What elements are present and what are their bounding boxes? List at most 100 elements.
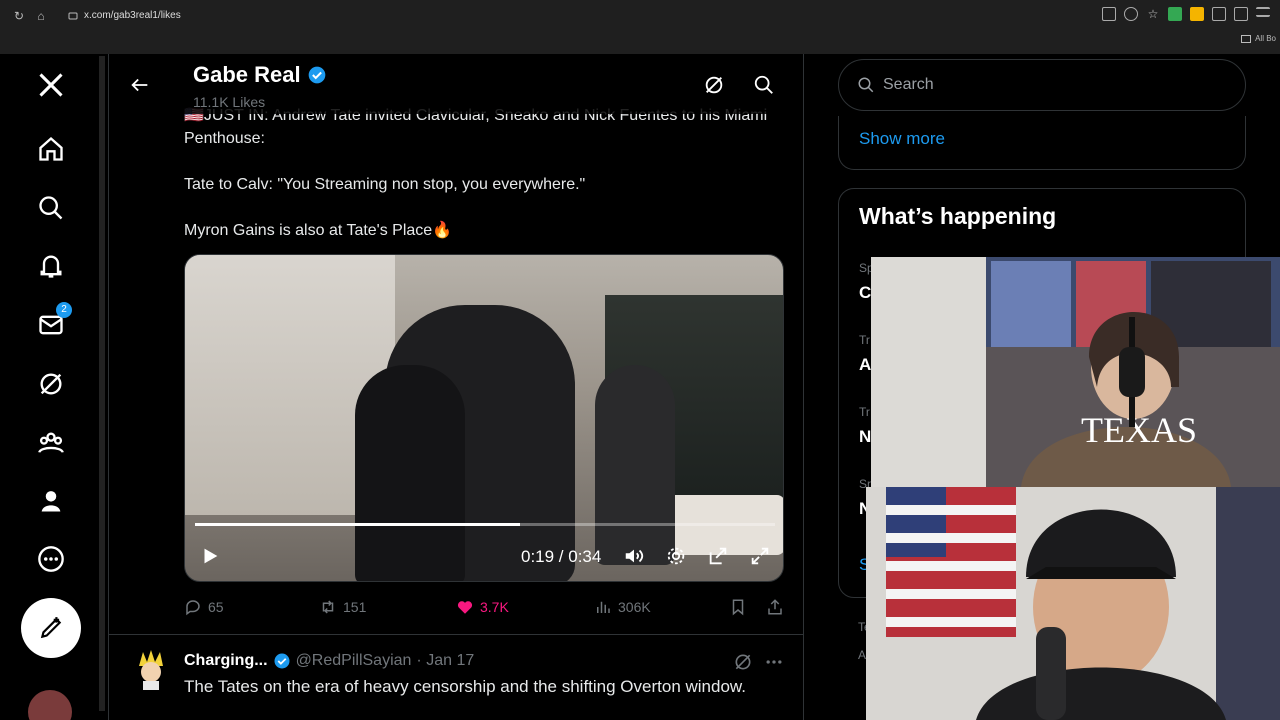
page-title: Gabe Real [193,62,327,88]
site-info-icon[interactable] [68,11,78,21]
extension-green-icon[interactable] [1168,7,1182,21]
sidebar-icon[interactable] [1234,7,1248,21]
whats-happening-heading: What’s happening [859,203,1057,229]
like-button[interactable]: 3.7K [456,598,509,616]
volume-icon[interactable] [623,545,645,567]
compose-icon [40,617,62,639]
url-text: x.com/gab3real1/likes [84,10,181,21]
tweet-author-row: Charging... @RedPillSayian · Jan 17 [184,652,474,670]
webcam-overlay-top: TEXAS [871,257,1280,487]
views-button[interactable]: 306K [594,598,651,616]
search-input[interactable] [883,76,1213,94]
settings-gear-icon[interactable] [665,545,687,567]
webcam-overlay-bottom [866,487,1280,720]
scrollbar[interactable] [99,56,105,711]
grok-icon[interactable] [733,652,753,672]
fullscreen-icon[interactable] [749,545,771,567]
heart-filled-icon [457,601,473,614]
all-bookmarks-label: All Bo [1255,34,1276,43]
messages-badge: 2 [56,302,72,318]
search-icon[interactable] [753,74,775,96]
reply-button[interactable]: 65 [184,598,224,616]
tweet-text: The Tates on the era of heavy censorship… [184,677,746,696]
show-more-link[interactable]: Show more [859,129,945,149]
likes-count: 11.1K Likes [193,94,266,110]
video-frame-person [595,365,675,565]
video-progress-fill [195,523,520,526]
share-button[interactable] [766,598,784,616]
messages-icon[interactable]: 2 [34,302,72,342]
notifications-bell-icon[interactable] [34,249,68,283]
install-icon[interactable] [1102,7,1116,21]
bookmark-icon [732,599,744,616]
more-icon[interactable] [34,542,68,576]
user-avatar[interactable] [133,650,169,690]
reply-icon [186,600,200,616]
next-tweet[interactable]: Charging... @RedPillSayian · Jan 17 The … [109,644,803,720]
more-options-icon[interactable] [764,652,784,672]
explore-search-icon[interactable] [34,191,68,225]
bookmark-star-icon[interactable]: ☆ [1146,7,1160,21]
main-column: Gabe Real 11.1K Likes 🇺🇸JUST IN: Andrew … [108,54,804,720]
tweet-date[interactable]: · Jan 17 [416,652,474,670]
trend-category: Tr [859,405,870,419]
video-controls: 0:19 / 0:34 [185,537,783,577]
trend-item[interactable]: N [859,427,871,447]
retweet-count: 151 [343,599,367,615]
tweet-divider [109,634,803,635]
address-bar[interactable]: x.com/gab3real1/likes [62,6,1212,26]
x-logo-icon[interactable] [34,68,68,102]
home-icon[interactable] [34,132,68,166]
back-arrow-icon[interactable] [129,74,151,96]
like-count: 3.7K [480,599,509,615]
zoom-icon[interactable] [1124,7,1138,21]
grok-header-icon[interactable] [703,74,725,96]
shirt-lettering: TEXAS [1081,410,1197,450]
tweet-body[interactable]: 🇺🇸JUST IN: Andrew Tate invited Clavicula… [184,104,784,242]
trend-item[interactable]: A [859,355,871,375]
browser-chrome: ↻ ⌂ x.com/gab3real1/likes ☆ All Bo [0,0,1280,54]
all-bookmarks[interactable]: All Bo [1241,34,1276,43]
trend-category: Tr [859,333,870,347]
bookmark-button[interactable] [729,598,747,616]
communities-icon[interactable] [34,426,68,460]
left-navigation: 2 [0,54,100,720]
folder-icon [1241,34,1252,43]
profile-header: Gabe Real 11.1K Likes [109,54,803,114]
video-progress-bar[interactable] [195,523,775,526]
views-chart-icon [597,601,610,613]
reload-icon[interactable]: ↻ [8,5,30,27]
video-time: 0:19 / 0:34 [521,547,602,566]
extension-yellow-icon[interactable] [1190,7,1204,21]
extensions-puzzle-icon[interactable] [1212,7,1226,21]
retweet-icon [322,600,334,614]
profile-name: Gabe Real [193,62,301,87]
tweet-actions: 65 151 3.7K 306K [184,598,784,620]
author-name[interactable]: Charging... [184,652,268,670]
webcam-image-female-streamer: TEXAS [871,257,1280,487]
share-icon [768,599,782,615]
footer-link[interactable]: A [858,648,866,662]
author-handle[interactable]: @RedPillSayian [296,652,412,670]
tweet-line: Tate to Calv: "You Streaming non stop, y… [184,176,586,193]
sidebar-card: Show more [838,116,1246,170]
home-browser-icon[interactable]: ⌂ [30,5,52,27]
search-box[interactable] [838,59,1246,111]
profile-icon[interactable] [34,484,68,518]
menu-icon[interactable] [1256,7,1270,17]
video-player[interactable]: 0:19 / 0:34 [184,254,784,582]
browser-extensions: ☆ [1102,7,1270,21]
play-icon[interactable] [199,545,221,567]
retweet-button[interactable]: 151 [319,598,366,616]
account-avatar[interactable] [28,690,72,720]
trend-item[interactable]: C [859,283,871,303]
picture-in-picture-icon[interactable] [707,545,729,567]
verified-badge-icon [274,653,290,669]
verified-badge-icon [308,66,325,84]
webcam-image-male-streamer [866,487,1280,720]
search-icon [858,77,874,93]
view-count: 306K [618,599,651,615]
grok-icon[interactable] [34,367,68,401]
post-button[interactable] [21,598,81,658]
tweet-line: Myron Gains is also at Tate's Place🔥 [184,222,453,239]
